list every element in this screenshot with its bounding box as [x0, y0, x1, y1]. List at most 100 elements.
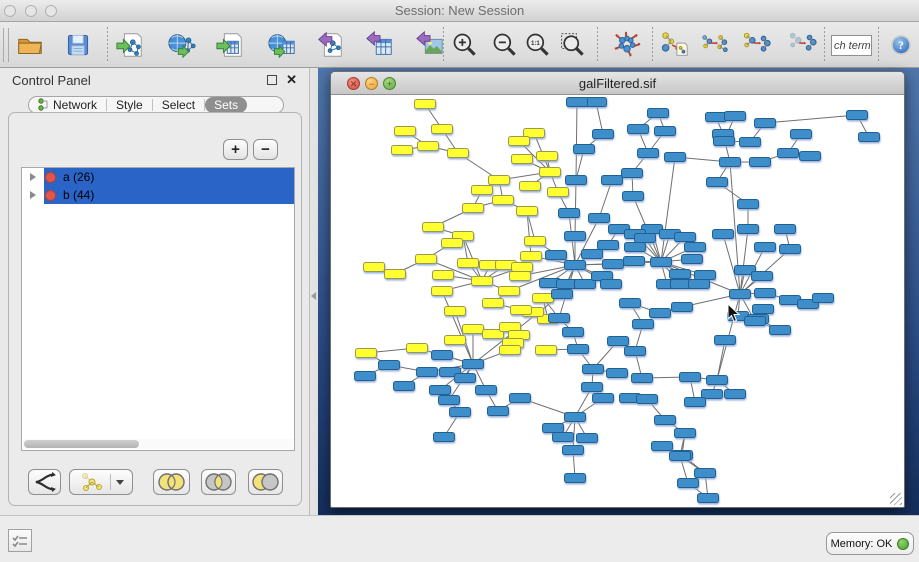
zoom-out-icon	[491, 31, 519, 59]
set-row[interactable]: a (26)	[22, 168, 294, 186]
venn-union-icon	[157, 472, 186, 492]
import-table-file-button[interactable]	[214, 29, 246, 61]
create-set-dropdown-button[interactable]	[69, 469, 133, 495]
save-session-button[interactable]	[62, 29, 94, 61]
tab-label: Sets	[214, 98, 238, 112]
control-panel: Control Panel ✕ Network Style Select Sets +…	[0, 68, 310, 515]
control-panel-header: Control Panel ✕	[0, 68, 309, 94]
set-label: a (26)	[63, 170, 94, 184]
import-table-web-icon	[267, 30, 297, 60]
horizontal-scrollbar[interactable]	[23, 439, 293, 449]
float-panel-icon[interactable]	[267, 75, 277, 85]
tab-style[interactable]: Style	[107, 97, 152, 113]
copy-network-button[interactable]	[659, 29, 691, 61]
zoom-fit-icon: 1:1	[524, 31, 552, 59]
toolbar-separator	[652, 27, 653, 63]
close-panel-icon[interactable]: ✕	[286, 72, 297, 88]
svg-text:?: ?	[898, 40, 904, 52]
export-image-button[interactable]	[414, 29, 446, 61]
toolbar-separator	[597, 27, 598, 63]
network-window-title: galFiltered.sif	[331, 76, 904, 91]
floppy-disk-icon	[64, 31, 92, 59]
network-view-window[interactable]: ✕ − + galFiltered.sif	[330, 71, 905, 508]
toolbar-separator	[878, 27, 879, 63]
app-title: Session: New Session	[0, 3, 919, 18]
venn-difference-icon	[251, 472, 280, 492]
memory-status-label: Memory: OK	[831, 538, 893, 550]
button-divider	[110, 474, 111, 490]
set-label: b (44)	[63, 188, 94, 202]
set-color-dot	[45, 190, 56, 201]
intersect-networks-button[interactable]	[741, 29, 773, 61]
sets-list: a (26) b (44)	[21, 167, 295, 451]
task-history-button[interactable]	[8, 529, 32, 552]
toolbar-separator	[107, 27, 108, 63]
memory-status-button[interactable]: Memory: OK	[826, 532, 914, 555]
open-session-button[interactable]	[14, 29, 46, 61]
import-table-web-button[interactable]	[266, 29, 298, 61]
status-bar: Memory: OK	[0, 515, 919, 562]
scrollbar-thumb[interactable]	[24, 440, 139, 448]
panel-divider[interactable]	[310, 68, 318, 515]
set-row[interactable]: b (44)	[22, 186, 294, 204]
apply-layout-button[interactable]	[611, 29, 643, 61]
import-network-file-button[interactable]	[114, 29, 146, 61]
intersect-sets-button[interactable]	[201, 469, 236, 495]
zoom-out-button[interactable]	[489, 29, 521, 61]
export-network-button[interactable]	[314, 29, 346, 61]
import-table-file-icon	[215, 30, 245, 60]
intersect-networks-icon	[742, 30, 772, 60]
export-table-button[interactable]	[364, 29, 396, 61]
window-resize-grip[interactable]	[890, 493, 902, 505]
expand-triangle-icon[interactable]	[30, 191, 36, 199]
add-set-button[interactable]: +	[223, 139, 248, 160]
tab-network[interactable]: Network	[29, 97, 106, 113]
network-desktop: ✕ − + galFiltered.sif	[318, 68, 919, 515]
set-color-dot	[45, 172, 56, 183]
export-table-icon	[365, 30, 395, 60]
remove-set-button[interactable]: −	[253, 139, 278, 160]
import-network-file-icon	[115, 30, 145, 60]
network-canvas[interactable]	[331, 95, 904, 507]
union-networks-button[interactable]	[699, 29, 731, 61]
union-sets-button[interactable]	[153, 469, 190, 495]
toolbar-separator	[443, 27, 444, 63]
copy-network-icon	[660, 30, 690, 60]
svg-text:1:1: 1:1	[531, 40, 540, 47]
difference-sets-button[interactable]	[248, 469, 283, 495]
export-network-icon	[315, 30, 345, 60]
search-input[interactable]	[831, 35, 872, 56]
help-button[interactable]: ?	[885, 29, 917, 61]
export-image-icon	[415, 30, 445, 60]
toolbar-separator	[824, 27, 825, 63]
yellow-network-icon	[79, 472, 105, 492]
difference-networks-button[interactable]	[787, 29, 819, 61]
tab-label: Select	[162, 98, 195, 112]
network-window-titlebar[interactable]: ✕ − + galFiltered.sif	[331, 72, 904, 95]
import-network-web-icon	[167, 30, 197, 60]
main-toolbar: 1:1	[0, 22, 919, 68]
zoom-fit-button[interactable]: 1:1	[522, 29, 554, 61]
tab-label: Network	[53, 98, 97, 112]
folder-icon	[15, 30, 45, 60]
collapse-panel-arrow-icon[interactable]	[311, 292, 316, 300]
split-set-button[interactable]	[28, 469, 61, 495]
checklist-icon	[12, 534, 28, 548]
layout-icon	[612, 30, 642, 60]
chevron-down-icon	[116, 480, 124, 485]
difference-networks-icon	[788, 30, 818, 60]
app-title-bar: Session: New Session	[0, 0, 919, 22]
zoom-in-button[interactable]	[449, 29, 481, 61]
control-panel-title: Control Panel	[12, 73, 91, 88]
split-arrows-icon	[34, 472, 56, 492]
tab-label: Style	[116, 98, 143, 112]
network-graph[interactable]	[331, 95, 904, 507]
toolbar-grip[interactable]	[3, 28, 9, 62]
tab-select[interactable]: Select	[153, 97, 204, 113]
expand-triangle-icon[interactable]	[30, 173, 36, 181]
tab-sets[interactable]: Sets	[205, 97, 247, 113]
import-network-web-button[interactable]	[166, 29, 198, 61]
mouse-cursor	[727, 303, 741, 323]
zoom-selected-button[interactable]	[557, 29, 589, 61]
sets-panel: + − a (26) b (44)	[8, 112, 302, 506]
